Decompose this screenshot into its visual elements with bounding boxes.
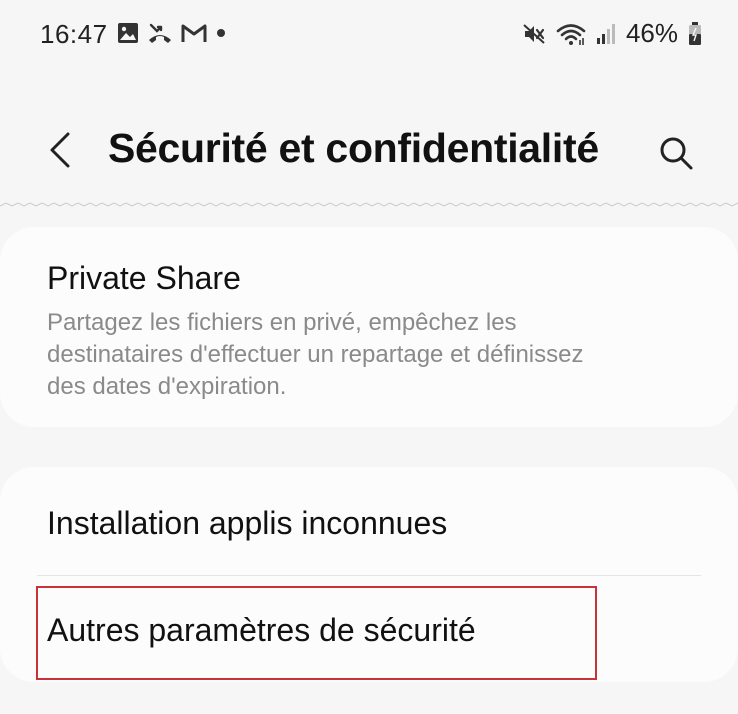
unknown-apps-title: Installation applis inconnues xyxy=(47,505,448,541)
page-title: Sécurité et confidentialité xyxy=(108,125,599,171)
highlight-box xyxy=(36,586,597,680)
private-share-card[interactable]: Private Share Partagez les fichiers en p… xyxy=(0,227,738,427)
missed-call-icon xyxy=(149,23,171,43)
private-share-title: Private Share xyxy=(47,260,241,296)
unknown-apps-item[interactable]: Installation applis inconnues xyxy=(0,467,738,575)
gallery-icon xyxy=(118,23,138,43)
private-share-description-line: des dates d'expiration. xyxy=(47,373,287,400)
search-button[interactable] xyxy=(656,134,696,174)
signal-icon xyxy=(596,23,615,44)
notification-icons xyxy=(117,22,227,44)
app-header: Sécurité et confidentialité xyxy=(0,110,738,190)
battery-icon xyxy=(689,21,701,45)
battery-percent: 46% xyxy=(625,18,678,48)
chevron-left-icon xyxy=(50,132,70,168)
notification-dot-icon xyxy=(217,29,225,37)
wifi-icon xyxy=(556,23,586,45)
back-button[interactable] xyxy=(40,130,80,170)
status-right: 46% xyxy=(522,18,702,49)
gmail-icon xyxy=(181,24,207,42)
private-share-description-line: destinataires d'effectuer un repartage e… xyxy=(47,341,584,368)
search-icon xyxy=(660,137,693,170)
status-bar: 16:47 46% xyxy=(0,0,738,72)
mute-icon xyxy=(523,23,545,44)
private-share-description: Partagez les fichiers en privé, empêchez… xyxy=(47,307,687,403)
status-time: 16:47 xyxy=(40,19,108,49)
header-divider xyxy=(0,202,738,207)
private-share-description-line: Partagez les fichiers en privé, empêchez… xyxy=(47,309,517,336)
